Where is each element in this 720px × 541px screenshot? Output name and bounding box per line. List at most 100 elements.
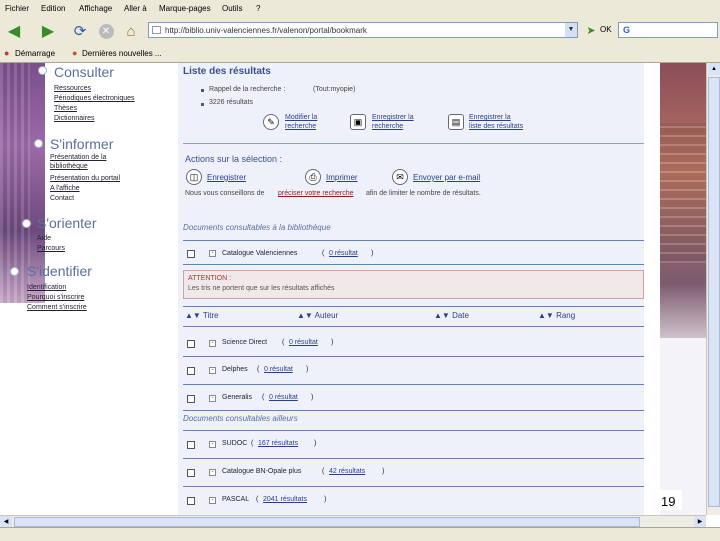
checkbox[interactable] bbox=[187, 250, 195, 258]
science-direct-label: Science Direct bbox=[222, 339, 268, 346]
email-link[interactable]: Envoyer par e-mail bbox=[413, 173, 480, 182]
back-arrow-icon[interactable]: ◀ bbox=[4, 21, 24, 41]
collapse-icon[interactable]: - bbox=[209, 367, 216, 374]
bn-opale-label: Catalogue BN-Opale plus bbox=[222, 468, 302, 475]
attention-title: ATTENTION : bbox=[188, 275, 232, 282]
refine-search-link[interactable]: préciser votre recherche bbox=[278, 190, 353, 197]
menu-help[interactable]: ? bbox=[256, 4, 260, 13]
results-title: Liste des résultats bbox=[183, 66, 271, 77]
save-search-link-1[interactable]: Enregistrer la bbox=[372, 114, 414, 121]
scroll-thumb[interactable] bbox=[708, 77, 720, 507]
nav-bullet-icon bbox=[38, 66, 47, 75]
nav-link-parcours[interactable]: Parcours bbox=[37, 245, 65, 252]
collapse-icon[interactable]: - bbox=[209, 469, 216, 476]
modify-search-link-2[interactable]: recherche bbox=[285, 123, 316, 130]
nav-link-presentation-bib[interactable]: Présentation de la bbox=[50, 154, 106, 161]
sort-auteur[interactable]: ▲▼ Auteur bbox=[297, 311, 338, 320]
collapse-icon[interactable]: - bbox=[209, 250, 216, 257]
collapse-icon[interactable]: - bbox=[209, 441, 216, 448]
nav-link-theses[interactable]: Thèses bbox=[54, 105, 77, 112]
bn-opale-results[interactable]: 42 résultats bbox=[329, 468, 365, 475]
save-list-link-1[interactable]: Enregistrer la bbox=[469, 114, 511, 121]
paren-open: ( bbox=[256, 496, 259, 503]
modify-search-link-1[interactable]: Modifier la bbox=[285, 114, 317, 121]
nav-bullet-icon bbox=[34, 139, 43, 148]
sudoc-results[interactable]: 167 résultats bbox=[258, 440, 298, 447]
menu-affichage[interactable]: Affichage bbox=[79, 4, 112, 13]
menu-edition[interactable]: Edition bbox=[41, 4, 65, 13]
print-link[interactable]: Imprimer bbox=[326, 173, 358, 182]
science-direct-results[interactable]: 0 résultat bbox=[289, 339, 318, 346]
checkbox[interactable] bbox=[187, 395, 195, 403]
collapse-icon[interactable]: - bbox=[209, 340, 216, 347]
nav-link-identification[interactable]: Identification bbox=[27, 284, 66, 291]
forward-arrow-icon[interactable]: ▶ bbox=[38, 21, 58, 41]
divider bbox=[183, 306, 644, 307]
nav-link-aide[interactable]: Aide bbox=[37, 235, 51, 242]
save-search-link-2[interactable]: recherche bbox=[372, 123, 403, 130]
paren-open: ( bbox=[257, 366, 260, 373]
menu-fichier[interactable]: Fichier bbox=[5, 4, 29, 13]
nav-link-comment[interactable]: Comment s'inscrire bbox=[27, 304, 87, 311]
divider bbox=[183, 356, 644, 357]
delphes-results[interactable]: 0 résultat bbox=[264, 366, 293, 373]
list-bullet bbox=[201, 103, 204, 106]
menu-aller[interactable]: Aller à bbox=[124, 4, 147, 13]
nav-link-affiche[interactable]: A l'affiche bbox=[50, 185, 80, 192]
checkbox[interactable] bbox=[187, 469, 195, 477]
nav-link-dictionnaires[interactable]: Dictionnaires bbox=[54, 115, 94, 122]
floppy-disk-icon[interactable]: ▣ bbox=[350, 114, 366, 130]
page-icon bbox=[152, 26, 161, 34]
vertical-scrollbar[interactable]: ▲ bbox=[706, 63, 720, 515]
scroll-h-thumb[interactable] bbox=[14, 517, 640, 527]
scroll-up-icon[interactable]: ▲ bbox=[708, 63, 720, 75]
checkbox[interactable] bbox=[187, 497, 195, 505]
nav-link-pourquoi[interactable]: Pourquoi s'inscrire bbox=[27, 294, 84, 301]
sort-titre[interactable]: ▲▼ Titre bbox=[185, 311, 219, 320]
reload-icon[interactable]: ⟳ bbox=[70, 21, 90, 41]
menu-outils[interactable]: Outils bbox=[222, 4, 242, 13]
modify-search-icon[interactable]: ✎ bbox=[263, 114, 279, 130]
divider bbox=[183, 486, 644, 487]
checkbox[interactable] bbox=[187, 441, 195, 449]
menu-marque-pages[interactable]: Marque-pages bbox=[159, 4, 211, 13]
sort-rang[interactable]: ▲▼ Rang bbox=[538, 311, 575, 320]
generalis-results[interactable]: 0 résultat bbox=[269, 394, 298, 401]
go-ok-label[interactable]: OK bbox=[600, 25, 612, 34]
email-icon[interactable]: ✉ bbox=[392, 169, 408, 185]
decorative-stripes-right bbox=[660, 123, 706, 263]
selection-title: Actions sur la sélection : bbox=[185, 154, 283, 164]
search-input[interactable]: G bbox=[618, 22, 718, 38]
nav-link-ressources[interactable]: Ressources bbox=[54, 85, 91, 92]
nav-link-presentation-portail[interactable]: Présentation du portail bbox=[50, 175, 120, 182]
collapse-icon[interactable]: - bbox=[209, 395, 216, 402]
save-list-link-2[interactable]: liste des résultats bbox=[469, 123, 523, 130]
printer-icon[interactable]: ⎙ bbox=[305, 169, 321, 185]
catalogue-valenciennes-results[interactable]: 0 résultat bbox=[329, 250, 358, 257]
save-selection-icon[interactable]: ◫ bbox=[186, 169, 202, 185]
nav-link-contact[interactable]: Contact bbox=[50, 195, 74, 202]
local-docs-title: Documents consultables à la bibliothèque bbox=[183, 223, 331, 232]
sort-date[interactable]: ▲▼ Date bbox=[434, 311, 469, 320]
go-arrow-icon[interactable]: ➤ bbox=[584, 23, 598, 37]
bookmark-demarrage[interactable]: Démarrage bbox=[15, 49, 55, 58]
bookmark-dernieres-nouvelles[interactable]: Dernières nouvelles ... bbox=[82, 49, 162, 58]
checkbox[interactable] bbox=[187, 367, 195, 375]
nav-link-periodiques[interactable]: Périodiques électroniques bbox=[54, 95, 135, 102]
nav-informer-title: S'informer bbox=[50, 136, 114, 152]
pascal-results[interactable]: 2041 résultats bbox=[263, 496, 307, 503]
checkbox[interactable] bbox=[187, 340, 195, 348]
address-bar[interactable]: http://biblio.univ-valenciennes.fr/valen… bbox=[148, 22, 578, 38]
bookmark-icon: ● bbox=[4, 48, 10, 58]
home-icon[interactable]: ⌂ bbox=[121, 21, 141, 41]
chevron-down-icon[interactable]: ▼ bbox=[565, 23, 577, 37]
save-selection-link[interactable]: Enregistrer bbox=[207, 173, 246, 182]
collapse-icon[interactable]: - bbox=[209, 497, 216, 504]
nav-bullet-icon bbox=[22, 219, 31, 228]
nav-link-bibliotheque[interactable]: bibliothèque bbox=[50, 163, 88, 170]
nav-identifier-title: S'identifier bbox=[27, 263, 92, 279]
rss-icon: ● bbox=[72, 48, 78, 58]
stop-icon[interactable]: ✕ bbox=[96, 21, 116, 41]
save-list-icon[interactable]: ▤ bbox=[448, 114, 464, 130]
advice-suffix: afin de limiter le nombre de résultats. bbox=[366, 190, 481, 197]
